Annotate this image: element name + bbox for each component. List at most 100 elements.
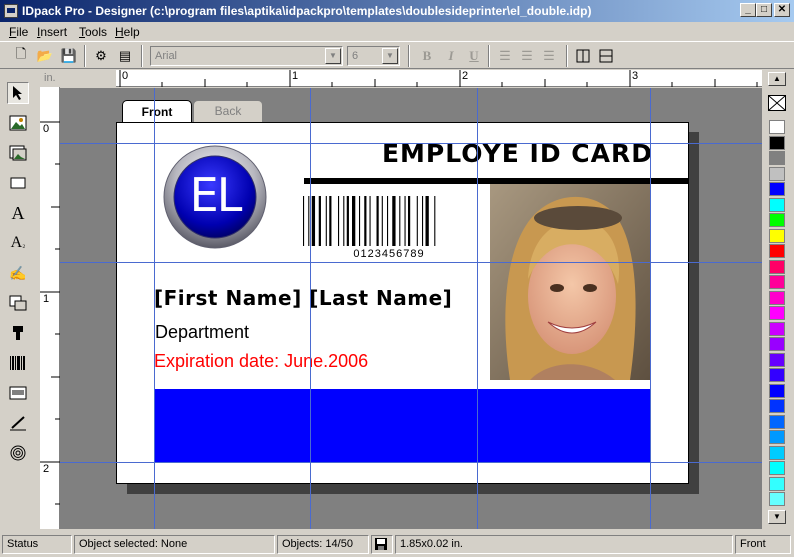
el-logo[interactable]: EL (162, 144, 268, 250)
fingerprint-icon[interactable] (7, 442, 29, 464)
image-icon[interactable] (7, 112, 29, 134)
vertical-ruler: 0 1 2 (40, 87, 60, 529)
horizontal-ruler: 0 1 2 3 (116, 70, 762, 87)
italic-button[interactable]: I (440, 45, 462, 67)
employee-photo[interactable] (490, 184, 650, 380)
barcode-bar (303, 196, 305, 246)
align-right-icon[interactable]: ☰ (538, 45, 560, 67)
underline-button[interactable]: U (463, 45, 485, 67)
close-button[interactable]: ✕ (774, 3, 790, 17)
chevron-down-icon[interactable]: ▼ (325, 48, 341, 64)
id-card-front[interactable]: EMPLOYE ID CARD EL 0123456789 [First Nam… (116, 122, 689, 484)
color-swatch[interactable] (769, 337, 785, 351)
menu-help[interactable]: Help (115, 25, 140, 39)
barcode[interactable] (303, 196, 475, 246)
new-file-icon[interactable]: 🗋 (10, 45, 32, 67)
barcode-bar (364, 196, 367, 246)
app-icon[interactable] (4, 4, 18, 18)
menu-tools[interactable]: Tools (79, 25, 107, 39)
pointer-icon[interactable] (7, 82, 29, 104)
barcode-bar (425, 196, 429, 246)
tab-front[interactable]: Front (122, 100, 192, 124)
save-icon[interactable]: 💾 (58, 45, 80, 67)
color-swatch[interactable] (769, 244, 785, 258)
guide-line[interactable] (60, 143, 762, 144)
guide-line[interactable] (60, 462, 762, 463)
color-swatch[interactable] (769, 352, 785, 367)
color-swatch[interactable] (769, 368, 785, 382)
ruler-unit: in. (44, 72, 56, 84)
minimize-button[interactable]: _ (740, 3, 756, 17)
shape-icon[interactable] (7, 292, 29, 314)
vertical-split-icon[interactable] (572, 45, 594, 67)
toolbar: 🗋 📂 💾 ⚙ ▤ Arial ▼ 6 ▼ B I U ☰ ☰ ☰ (0, 41, 794, 69)
design-canvas[interactable]: Front Back EMPLOYE ID CARD EL 0123456789… (60, 88, 762, 529)
employee-name[interactable]: [First Name] [Last Name] (154, 286, 452, 310)
status-selected: Object selected: None (74, 535, 275, 554)
font-size-select[interactable]: 6 ▼ (347, 46, 400, 66)
color-swatch[interactable] (769, 228, 785, 243)
toolbar-separator (566, 45, 568, 67)
bold-button[interactable]: B (416, 45, 438, 67)
color-swatch[interactable] (769, 166, 785, 181)
guide-line[interactable] (60, 262, 762, 263)
color-swatch[interactable] (769, 476, 785, 491)
color-swatch[interactable] (769, 306, 785, 320)
expiration-date[interactable]: Expiration date: June.2006 (154, 351, 368, 372)
rectangle-icon[interactable] (7, 172, 29, 194)
menu-file[interactable]: File (9, 25, 28, 39)
color-swatch[interactable] (769, 321, 785, 336)
align-center-icon[interactable]: ☰ (516, 45, 538, 67)
properties-icon[interactable]: ⚙ (90, 45, 112, 67)
color-swatch[interactable] (769, 213, 785, 227)
maximize-button[interactable]: □ (756, 3, 772, 17)
open-folder-icon[interactable]: 📂 (34, 45, 56, 67)
color-swatch[interactable] (769, 197, 785, 212)
color-swatch[interactable] (769, 151, 785, 165)
tab-front-label: Front (141, 105, 173, 119)
scroll-down-button[interactable]: ▼ (768, 510, 786, 524)
ruler-label: 2 (43, 463, 50, 475)
tab-back[interactable]: Back (193, 100, 263, 122)
horizontal-split-icon[interactable] (595, 45, 617, 67)
color-swatch[interactable] (769, 399, 785, 413)
color-swatch[interactable] (769, 290, 785, 305)
no-color-swatch[interactable] (768, 95, 786, 111)
menu-insert[interactable]: Insert (37, 25, 67, 39)
barcode-bar (359, 196, 361, 246)
barcode-bar (343, 196, 345, 246)
status-bar: Status Object selected: None Objects: 14… (0, 532, 794, 557)
color-swatch[interactable] (769, 259, 785, 274)
text-icon[interactable]: A (7, 202, 29, 224)
barcode-bar (404, 196, 406, 246)
signature-icon[interactable] (7, 412, 29, 434)
stamp-icon[interactable]: ✍ (7, 262, 29, 284)
color-swatch[interactable] (769, 120, 785, 134)
color-swatch[interactable] (769, 383, 785, 398)
color-swatch[interactable] (769, 414, 785, 429)
color-swatch[interactable] (769, 445, 785, 460)
save-status-icon (371, 535, 393, 554)
database-icon[interactable]: ▤ (114, 45, 136, 67)
align-left-icon[interactable]: ☰ (494, 45, 516, 67)
barcode-icon[interactable] (7, 352, 29, 374)
magnetic-stripe-icon[interactable] (7, 382, 29, 404)
color-swatch[interactable] (769, 461, 785, 475)
scroll-up-button[interactable]: ▲ (768, 72, 786, 86)
color-swatch[interactable] (769, 492, 785, 506)
photo-icon[interactable] (7, 142, 29, 164)
color-swatch[interactable] (769, 275, 785, 289)
ruler-label: 0 (122, 70, 129, 82)
font-family-select[interactable]: Arial ▼ (150, 46, 343, 66)
color-swatch[interactable] (769, 135, 785, 150)
status-label: Status (2, 535, 72, 554)
fingerprint-scanner-icon[interactable] (7, 322, 29, 344)
department[interactable]: Department (155, 322, 249, 343)
blue-band[interactable] (154, 389, 650, 463)
barcode-bar (325, 196, 327, 246)
toolbar-separator (84, 45, 86, 67)
variable-text-icon[interactable]: A₂ (7, 232, 29, 254)
color-swatch[interactable] (769, 430, 785, 444)
color-swatch[interactable] (769, 182, 785, 196)
chevron-down-icon[interactable]: ▼ (382, 48, 398, 64)
